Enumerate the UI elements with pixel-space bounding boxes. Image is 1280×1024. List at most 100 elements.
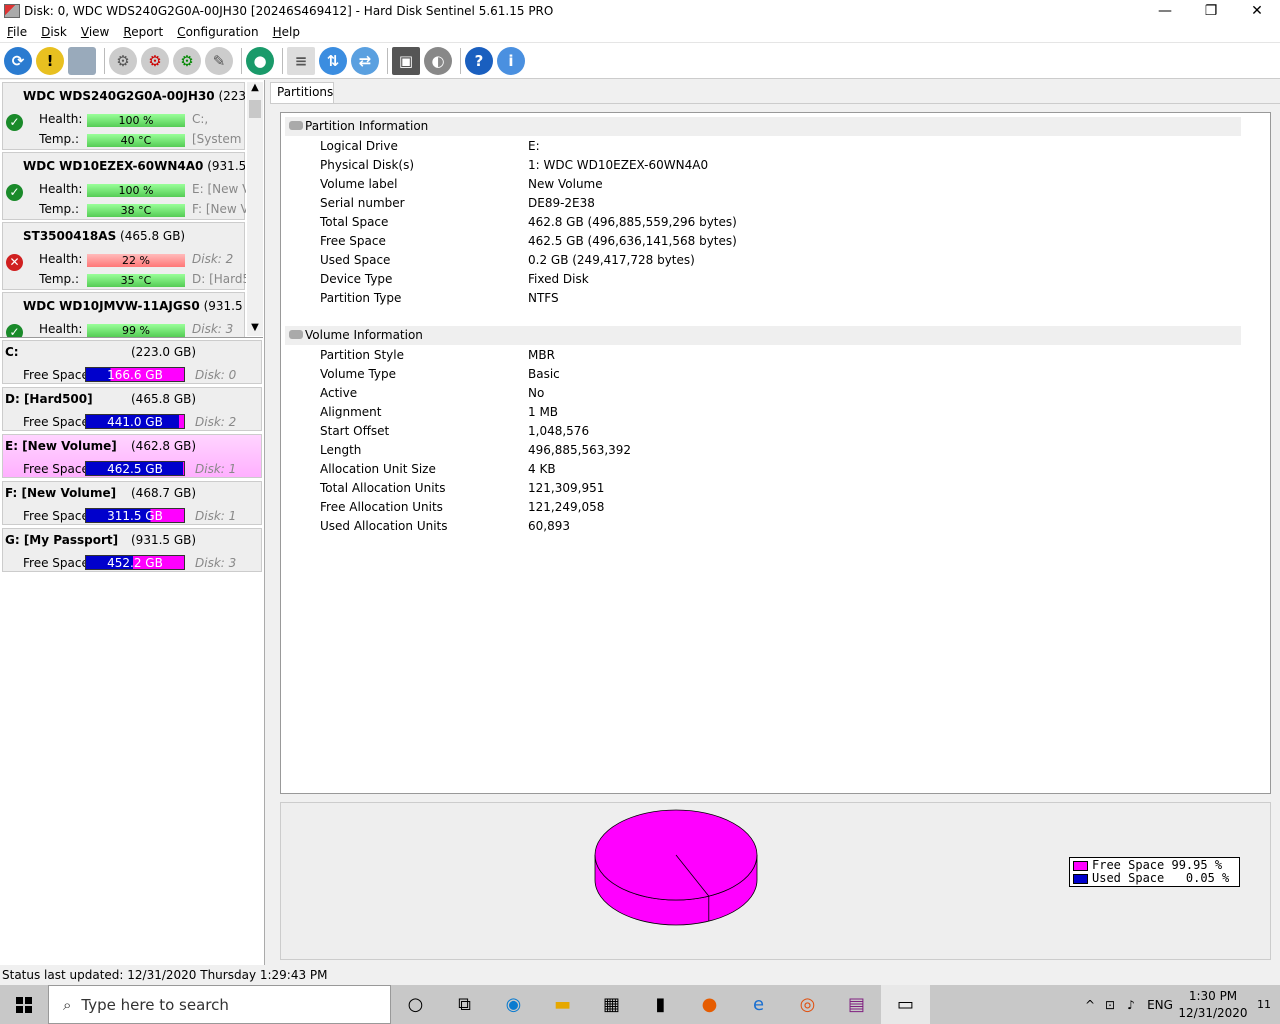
info-value: DE89-2E38: [528, 196, 595, 210]
language-indicator[interactable]: ENG: [1142, 998, 1178, 1012]
menu-configuration[interactable]: Configuration: [170, 25, 265, 39]
toolbar-separator: [241, 47, 242, 74]
sync-icon[interactable]: ⇅: [319, 46, 347, 75]
free-space-value: 441.0 GB: [107, 415, 163, 429]
film-icon[interactable]: ▮: [636, 985, 685, 1024]
scroll-down-icon[interactable]: ▼: [249, 322, 261, 336]
info-icon[interactable]: i: [497, 46, 525, 75]
warning-icon[interactable]: !: [36, 46, 64, 75]
disk-card[interactable]: ST3500418AS (465.8 GB) ✕ Health: 22 % Di…: [2, 222, 246, 290]
partition-name: F: [New Volume]: [5, 486, 117, 500]
info-row: Device Type Fixed Disk: [320, 272, 589, 286]
chevron-up-icon[interactable]: ^: [1080, 998, 1100, 1012]
internet-explorer-icon[interactable]: e: [734, 985, 783, 1024]
partition-card[interactable]: D: [Hard500] (465.8 GB) Free Space 441.0…: [2, 387, 262, 431]
disk-tools-icon[interactable]: ✎: [205, 46, 233, 75]
menu-file[interactable]: File: [0, 25, 34, 39]
info-value: Basic: [528, 367, 560, 381]
disk-test-icon[interactable]: ⚙: [109, 46, 137, 75]
partition-name: D: [Hard500]: [5, 392, 93, 406]
minimize-button[interactable]: —: [1142, 0, 1188, 22]
scrollbar-thumb[interactable]: [249, 100, 261, 118]
firefox-icon[interactable]: ●: [685, 985, 734, 1024]
menu-help[interactable]: Help: [266, 25, 307, 39]
hard-disk-sentinel-taskbar-icon[interactable]: ▭: [881, 985, 930, 1024]
free-space-bar: 311.5 GB: [85, 508, 185, 523]
help-icon[interactable]: ?: [465, 46, 493, 75]
info-value: 1 MB: [528, 405, 559, 419]
disk-icon[interactable]: [68, 46, 96, 75]
search-icon: ⌕: [63, 995, 72, 1014]
info-key: Used Space: [320, 253, 391, 267]
info-key: Active: [320, 386, 358, 400]
status-bar: Status last updated: 12/31/2020 Thursday…: [0, 965, 1280, 985]
info-key: Volume label: [320, 177, 398, 191]
info-key: Allocation Unit Size: [320, 462, 436, 476]
disk-card[interactable]: WDC WDS240G2G0A-00JH30 (223.6 GB) ✓ Heal…: [2, 82, 246, 150]
disk-list-scrollbar[interactable]: ▲ ▼: [247, 82, 263, 336]
notification-icon[interactable]: 11: [1248, 998, 1280, 1011]
info-row: Partition Type NTFS: [320, 291, 559, 305]
maximize-button[interactable]: ❐: [1188, 0, 1234, 22]
file-explorer-icon[interactable]: ▬: [538, 985, 587, 1024]
info-row: Free Space 462.5 GB (496,636,141,568 byte…: [320, 234, 737, 248]
free-space-label: Free Space: [23, 415, 89, 429]
ubuntu-icon[interactable]: ◎: [783, 985, 832, 1024]
disk-name: ST3500418AS (465.8 GB): [23, 229, 186, 243]
cortana-icon[interactable]: ○: [391, 985, 440, 1024]
disk-card[interactable]: WDC WD10EZEX-60WN4A0 (931.5 GB) ✓ Health…: [2, 152, 246, 220]
temp-label: Temp.:: [39, 272, 79, 286]
tab-partitions[interactable]: Partitions: [270, 82, 334, 104]
refresh-icon[interactable]: ⟳: [4, 46, 32, 75]
network-icon[interactable]: ⊡: [1100, 998, 1120, 1012]
volume-icon[interactable]: ♪: [1120, 998, 1142, 1012]
info-row: Length 496,885,563,392: [320, 443, 631, 457]
info-key: Total Allocation Units: [320, 481, 446, 495]
info-row: Alignment 1 MB: [320, 405, 558, 419]
network-icon[interactable]: ⇄: [351, 46, 379, 75]
close-button[interactable]: ✕: [1234, 0, 1280, 22]
info-value: 121,249,058: [528, 500, 605, 514]
temp-bar: 40 °C: [87, 134, 185, 147]
clock[interactable]: 1:30 PM 12/31/2020: [1178, 988, 1248, 1022]
partition-card[interactable]: F: [New Volume] (468.7 GB) Free Space 31…: [2, 481, 262, 525]
report-icon[interactable]: ≡: [287, 46, 315, 75]
toolbar-separator: [387, 47, 388, 74]
globe-icon[interactable]: ●: [246, 46, 274, 75]
disk-test-error-icon[interactable]: ⚙: [141, 46, 169, 75]
app-icon: [4, 4, 20, 18]
disk-card[interactable]: WDC WD10JMVW-11AJGS0 (931.5 GB) ✓ Health…: [2, 292, 245, 337]
taskbar-search[interactable]: ⌕ Type here to search: [48, 985, 391, 1024]
edge-icon[interactable]: ◉: [489, 985, 538, 1024]
health-bar: 100 %: [87, 114, 185, 127]
disk-test-ok-icon[interactable]: ⚙: [173, 46, 201, 75]
info-value: 496,885,563,392: [528, 443, 632, 457]
info-row: Partition Style MBR: [320, 348, 555, 362]
info-key: Physical Disk(s): [320, 158, 415, 172]
info-row: Logical Drive E:: [320, 139, 540, 153]
windows-start-icon[interactable]: [0, 985, 48, 1024]
menu-report[interactable]: Report: [116, 25, 170, 39]
menu-disk[interactable]: Disk: [34, 25, 74, 39]
free-space-bar: 452.2 GB: [85, 555, 185, 570]
speaker-icon[interactable]: ◐: [424, 46, 452, 75]
partition-card[interactable]: G: [My Passport] (931.5 GB) Free Space 4…: [2, 528, 262, 572]
partition-card-selected[interactable]: E: [New Volume] (462.8 GB) Free Space 46…: [2, 434, 262, 478]
disk-side-text: Disk: 2: [192, 252, 234, 266]
info-value: New Volume: [528, 177, 603, 191]
partition-card[interactable]: C: (223.0 GB) Free Space 166.6 GB Disk: …: [2, 340, 262, 384]
info-key: Serial number: [320, 196, 405, 210]
disk-list: WDC WDS240G2G0A-00JH30 (223.6 GB) ✓ Heal…: [0, 80, 263, 338]
info-key: Start Offset: [320, 424, 390, 438]
left-pane: WDC WDS240G2G0A-00JH30 (223.6 GB) ✓ Heal…: [0, 80, 265, 965]
info-value: 1: WDC WD10EZEX-60WN4A0: [528, 158, 709, 172]
free-space-bar: 462.5 GB: [85, 461, 185, 476]
disk-side-text: C:,: [192, 112, 209, 126]
store-icon[interactable]: ▦: [587, 985, 636, 1024]
scroll-up-icon[interactable]: ▲: [249, 82, 261, 96]
monitor-icon[interactable]: ▣: [392, 46, 420, 75]
winrar-icon[interactable]: ▤: [832, 985, 881, 1024]
task-view-icon[interactable]: ⧉: [440, 985, 489, 1024]
menu-bar: File Disk View Report Configuration Help: [0, 22, 1280, 43]
menu-view[interactable]: View: [74, 25, 116, 39]
